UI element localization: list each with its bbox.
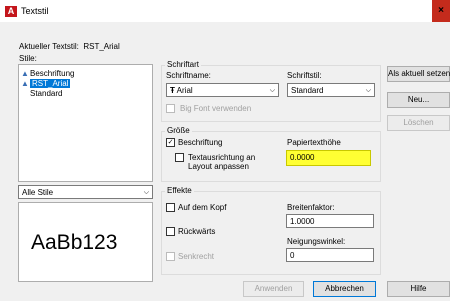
close-button[interactable]: × <box>432 0 450 22</box>
width-factor-input[interactable]: 1.0000 <box>286 214 374 228</box>
font-group-title: Schriftart <box>165 60 202 70</box>
apply-button[interactable]: Anwenden <box>243 281 304 297</box>
preview-box: AaBb123 <box>18 202 153 282</box>
styles-label: Stile: <box>19 54 37 63</box>
vertical-label: Senkrecht <box>178 252 215 261</box>
annotative-icon: ▲ <box>21 69 29 78</box>
styles-list[interactable]: ▲Beschriftung ▲ RST_Arial Standard <box>18 64 153 182</box>
list-item-standard[interactable]: Standard <box>30 89 62 99</box>
match-orientation-label-1: Textausrichtung an <box>188 153 256 162</box>
chevron-down-icon: ⌵ <box>269 87 275 94</box>
effects-group-title: Effekte <box>165 186 194 196</box>
new-button[interactable]: Neu... <box>387 92 450 108</box>
set-current-button[interactable]: Als aktuell setzen <box>387 66 450 82</box>
list-item-rst-arial[interactable]: ▲ RST_Arial <box>21 79 71 89</box>
styles-filter-select[interactable]: Alle Stile ⌵ <box>18 185 153 199</box>
annotative-checkbox[interactable]: ✓ <box>166 138 175 147</box>
annotative-icon: ▲ <box>21 79 29 88</box>
bigfont-checkbox[interactable] <box>166 104 175 113</box>
match-orientation-checkbox[interactable] <box>175 153 184 162</box>
chevron-down-icon: ⌵ <box>365 87 371 94</box>
match-orientation-label-2: Layout anpassen <box>188 162 249 171</box>
chevron-down-icon: ⌵ <box>143 189 149 196</box>
window-title: Textstil <box>21 6 49 16</box>
delete-button[interactable]: Löschen <box>387 115 450 131</box>
autocad-app-icon: A <box>5 6 17 17</box>
truetype-icon: Ŧ <box>170 86 175 95</box>
help-button[interactable]: Hilfe <box>387 281 450 297</box>
current-style-label: Aktueller Textstil: RST_Arial <box>19 42 120 51</box>
cancel-button[interactable]: Abbrechen <box>313 281 376 297</box>
annotative-label: Beschriftung <box>178 138 223 147</box>
size-group-title: Größe <box>165 126 192 136</box>
current-style-value: RST_Arial <box>83 42 120 51</box>
backwards-checkbox[interactable] <box>166 227 175 236</box>
font-name-label: Schriftname: <box>166 71 211 80</box>
title-bar <box>0 0 450 22</box>
preview-text: AaBb123 <box>31 231 118 254</box>
oblique-angle-label: Neigungswinkel: <box>287 237 346 246</box>
list-item-beschriftung[interactable]: ▲Beschriftung <box>21 69 74 79</box>
oblique-angle-input[interactable]: 0 <box>286 248 374 262</box>
paper-height-label: Papiertexthöhe <box>287 138 341 147</box>
vertical-checkbox[interactable] <box>166 252 175 261</box>
upside-down-checkbox[interactable] <box>166 203 175 212</box>
bigfont-label: Big Font verwenden <box>180 104 252 113</box>
backwards-label: Rückwärts <box>178 227 216 236</box>
upside-down-label: Auf dem Kopf <box>178 203 227 212</box>
paper-height-input[interactable]: 0.0000 <box>286 150 371 166</box>
width-factor-label: Breitenfaktor: <box>287 203 335 212</box>
font-name-select[interactable]: Ŧ Arial ⌵ <box>166 83 279 97</box>
font-style-label: Schriftstil: <box>287 71 322 80</box>
font-style-select[interactable]: Standard ⌵ <box>287 83 375 97</box>
